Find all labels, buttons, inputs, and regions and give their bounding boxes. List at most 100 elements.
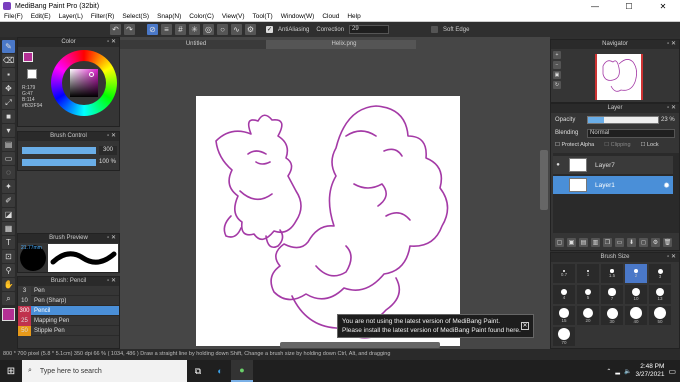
network-icon[interactable]: ▂ xyxy=(615,368,620,375)
halftone-layer-icon[interactable]: ▥ xyxy=(591,238,600,247)
notifications-icon[interactable]: ▭ xyxy=(668,367,676,376)
dot-tool-icon[interactable]: ▪ xyxy=(2,68,15,81)
snap-curve-icon[interactable]: ∿ xyxy=(231,24,242,35)
soft-edge-checkbox[interactable] xyxy=(431,26,439,33)
windows-start-icon[interactable]: ⊞ xyxy=(0,360,22,382)
layer-row[interactable]: ● Layer7 xyxy=(553,156,673,174)
tab-helix[interactable]: Helix.png xyxy=(266,40,416,49)
brush-size-option[interactable]: 4 xyxy=(553,285,575,304)
protect-alpha-checkbox[interactable]: ☐ Protect Alpha xyxy=(555,142,594,148)
delete-layer-icon[interactable]: 🗑 xyxy=(663,238,672,247)
task-view-icon[interactable]: ⧉ xyxy=(187,360,209,382)
snap-circle-icon[interactable]: ○ xyxy=(217,24,228,35)
update-message-line2[interactable]: Please install the latest version of Med… xyxy=(342,326,529,335)
close-notification-button[interactable]: ✕ xyxy=(521,322,529,330)
move-tool-icon[interactable]: ✥ xyxy=(2,82,15,95)
panel-buttons-icon[interactable]: ▫ ✕ xyxy=(107,132,116,141)
hand-tool-icon[interactable]: ✋ xyxy=(2,278,15,291)
brush-size-option[interactable]: 1.5 xyxy=(601,264,623,283)
text-tool-icon[interactable]: T xyxy=(2,236,15,249)
transform-tool-icon[interactable]: ⤢ xyxy=(2,96,15,109)
select-pen-icon[interactable]: ✐ xyxy=(2,194,15,207)
zoom-tool-icon[interactable]: ⌕ xyxy=(2,292,15,305)
clock[interactable]: 2:48 PM 3/27/2021 xyxy=(636,363,665,379)
brush-size-option[interactable]: 40 xyxy=(625,306,647,325)
edge-icon[interactable]: ◐ xyxy=(209,360,231,382)
gradient-tool-icon[interactable]: ▤ xyxy=(2,138,15,151)
snap-cross-icon[interactable]: # xyxy=(175,24,186,35)
brush-size-option[interactable]: 7 xyxy=(601,285,623,304)
panel-buttons-icon[interactable]: ▫ ✕ xyxy=(667,104,676,113)
snap-radial-icon[interactable]: ◎ xyxy=(203,24,214,35)
brush-size-option[interactable]: 10 xyxy=(625,285,647,304)
menu-filter[interactable]: Filter(R) xyxy=(87,13,118,20)
menu-edit[interactable]: Edit(E) xyxy=(27,13,55,20)
blending-select[interactable]: Normal xyxy=(587,129,675,138)
brush-size-option[interactable]: 15 xyxy=(553,306,575,325)
rotate-icon[interactable]: ↻ xyxy=(553,81,561,89)
menu-snap[interactable]: Snap(N) xyxy=(153,13,185,20)
maximize-button[interactable]: ☐ xyxy=(612,2,646,11)
eyedropper-icon[interactable]: ⚲ xyxy=(2,264,15,277)
redo-icon[interactable]: ↷ xyxy=(124,24,135,35)
select-eraser-icon[interactable]: ◪ xyxy=(2,208,15,221)
eye-icon[interactable]: ● xyxy=(553,162,563,168)
new-1bit-layer-icon[interactable]: ▤ xyxy=(579,238,588,247)
divide-tool-icon[interactable]: ▦ xyxy=(2,222,15,235)
brush-opacity-slider[interactable] xyxy=(22,159,96,166)
secondary-color[interactable] xyxy=(27,69,37,79)
folder-icon[interactable]: ▭ xyxy=(615,238,624,247)
correction-select[interactable]: 29 xyxy=(349,25,390,34)
snap-vanishing-icon[interactable]: ✳ xyxy=(189,24,200,35)
snap-settings-icon[interactable]: ⚙ xyxy=(245,24,256,35)
snap-parallel-icon[interactable]: ≡ xyxy=(161,24,172,35)
horizontal-scrollbar[interactable] xyxy=(280,342,440,348)
operation-tool-icon[interactable]: ⊡ xyxy=(2,250,15,263)
new-8bit-layer-icon[interactable]: ▣ xyxy=(567,238,576,247)
fill-tool-icon[interactable]: ■ xyxy=(2,110,15,123)
brush-size-option[interactable]: 13 xyxy=(649,285,671,304)
show-hidden-icon[interactable]: ⌃ xyxy=(606,368,611,375)
zoom-in-icon[interactable]: + xyxy=(553,51,561,59)
magic-wand-icon[interactable]: ✦ xyxy=(2,180,15,193)
brush-size-option[interactable]: 20 xyxy=(577,306,599,325)
snap-off-icon[interactable]: ⊘ xyxy=(147,24,158,35)
clear-layer-icon[interactable]: ◻ xyxy=(639,238,648,247)
pen-tool-icon[interactable]: ✎ xyxy=(2,40,15,53)
undo-icon[interactable]: ↶ xyxy=(110,24,121,35)
menu-layer[interactable]: Layer(L) xyxy=(55,13,87,20)
layer-settings-icon[interactable]: ✹ xyxy=(663,181,670,190)
menu-tool[interactable]: Tool(T) xyxy=(249,13,277,20)
select-tool-icon[interactable]: ▭ xyxy=(2,152,15,165)
brush-size-value[interactable]: 300 xyxy=(99,146,117,155)
clipping-checkbox[interactable]: ☐ Clipping xyxy=(604,142,630,148)
zoom-out-icon[interactable]: − xyxy=(553,61,561,69)
eraser-tool-icon[interactable]: ⌫ xyxy=(2,54,15,67)
merge-down-icon[interactable]: ⬇ xyxy=(627,238,636,247)
close-button[interactable]: ✕ xyxy=(646,2,680,11)
medibang-icon[interactable]: ● xyxy=(231,360,253,382)
antialiasing-checkbox[interactable]: ✓ xyxy=(266,26,273,33)
panel-buttons-icon[interactable]: ▫ ✕ xyxy=(667,253,676,262)
brush-list-item[interactable]: 25 Mapping Pen xyxy=(18,315,119,326)
taskbar-search[interactable]: ⌕ Type here to search xyxy=(22,360,187,382)
color-wheel[interactable] xyxy=(51,50,117,116)
menu-file[interactable]: File(F) xyxy=(0,13,27,20)
brush-size-option[interactable]: 50 xyxy=(649,306,671,325)
brush-size-option[interactable]: 70 xyxy=(553,327,575,346)
layer-property-icon[interactable]: ⚙ xyxy=(651,238,660,247)
brush-size-option[interactable]: 30 xyxy=(601,306,623,325)
menu-cloud[interactable]: Cloud xyxy=(318,13,343,20)
drawing-canvas[interactable] xyxy=(196,96,460,346)
menu-color[interactable]: Color(C) xyxy=(185,13,218,20)
minimize-button[interactable]: — xyxy=(578,2,612,11)
layer-opacity-slider[interactable] xyxy=(587,116,659,124)
brush-opacity-value[interactable]: 100 % xyxy=(99,158,119,167)
brush-list-item[interactable]: 50 Stipple Pen xyxy=(18,325,119,336)
duplicate-layer-icon[interactable]: ❐ xyxy=(603,238,612,247)
lasso-tool-icon[interactable]: ◌ xyxy=(2,166,15,179)
primary-color-swatch[interactable] xyxy=(2,308,15,321)
layer-row-selected[interactable]: Layer1 ✹ xyxy=(553,176,673,194)
tab-untitled[interactable]: Untitled xyxy=(120,40,266,49)
new-layer-icon[interactable]: ▢ xyxy=(555,238,564,247)
